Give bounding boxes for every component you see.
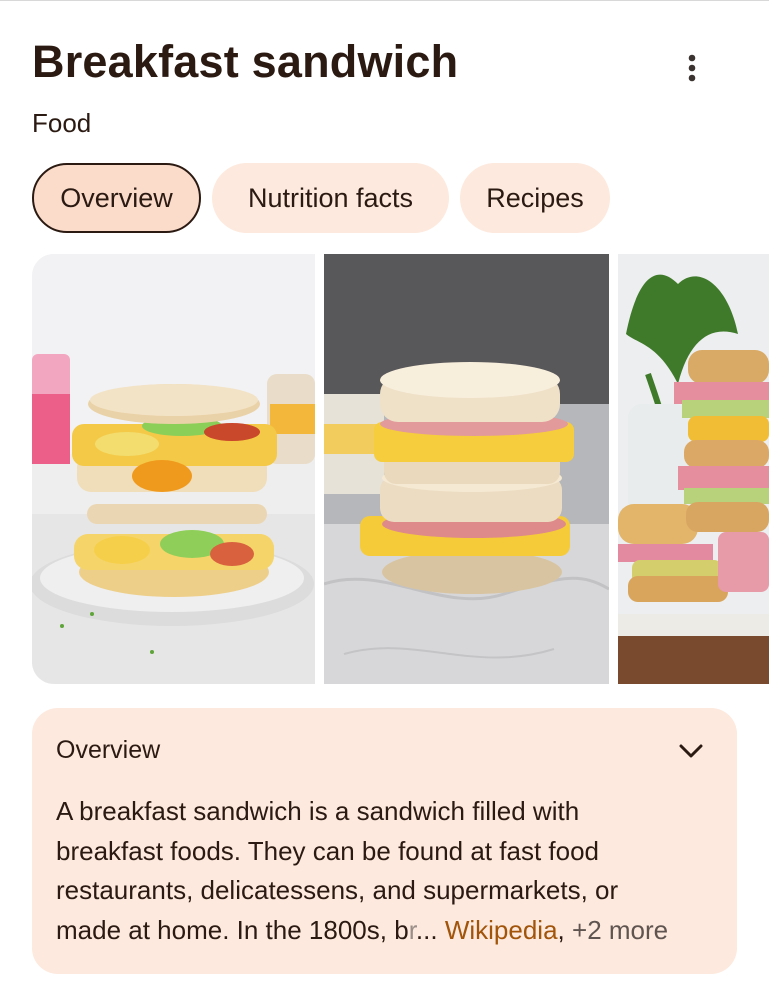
tab-recipes[interactable]: Recipes [460, 163, 610, 233]
page-title: Breakfast sandwich [32, 36, 459, 87]
description-line: A breakfast sandwich is a sandwich fille… [56, 796, 580, 826]
description-line-last: made at home. In the 1800s, br... Wikipe… [56, 911, 726, 951]
more-vert-icon [688, 54, 696, 82]
food-image-2[interactable] [324, 254, 609, 684]
overview-heading: Overview [56, 736, 161, 764]
food-image-3[interactable] [618, 254, 769, 684]
description-truncated-text: made at home. In the 1800s, b [56, 914, 409, 945]
overview-card: Overview A breakfast sandwich is a sandw… [32, 708, 737, 974]
overview-description: A breakfast sandwich is a sandwich fille… [56, 792, 726, 950]
description-line: breakfast foods. They can be found at fa… [56, 835, 599, 866]
description-faded-text: r [408, 914, 416, 945]
description-ellipsis: ... [415, 914, 438, 945]
more-sources-link[interactable]: +2 more [572, 915, 668, 945]
description-line: restaurants, delicatessens, and supermar… [56, 875, 619, 905]
expand-overview-button[interactable] [674, 736, 708, 766]
source-separator: , [557, 914, 565, 945]
food-image-1[interactable] [32, 254, 315, 684]
top-divider [0, 0, 769, 1]
more-options-button[interactable] [672, 46, 712, 90]
tab-overview[interactable]: Overview [32, 163, 201, 233]
chevron-down-icon [679, 744, 703, 758]
wikipedia-source-link[interactable]: Wikipedia [445, 915, 558, 945]
tab-nutrition-facts[interactable]: Nutrition facts [212, 163, 449, 233]
image-carousel [32, 254, 769, 684]
entity-type: Food [32, 108, 92, 138]
